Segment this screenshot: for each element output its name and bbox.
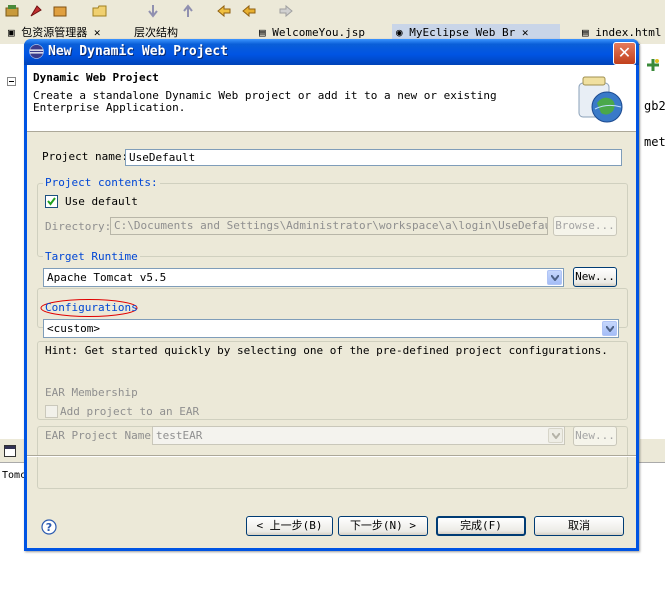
editor-text-fragment: met (644, 135, 665, 149)
page-description: Create a standalone Dynamic Web project … (33, 89, 497, 114)
target-runtime-title: Target Runtime (43, 250, 140, 263)
svg-text:?: ? (46, 521, 52, 534)
dialog-titlebar[interactable]: New Dynamic Web Project ✕ (24, 39, 639, 65)
next-annotation-icon[interactable] (145, 3, 161, 19)
collapse-icon[interactable] (7, 77, 16, 86)
wizard-header: Dynamic Web Project Create a standalone … (27, 65, 636, 132)
ear-project-name-label: EAR Project Name: (45, 429, 158, 442)
back-arrow-icon[interactable] (241, 3, 257, 19)
use-default-checkbox[interactable] (45, 195, 58, 208)
directory-label: Directory: (45, 220, 112, 233)
finish-button[interactable]: 完成(F) (436, 516, 526, 536)
run-icon[interactable] (28, 3, 44, 19)
configurations-select[interactable]: <custom> (43, 319, 619, 338)
close-button[interactable]: ✕ (613, 42, 636, 65)
editor-text-fragment: gb2 (644, 99, 665, 113)
close-icon: ✕ (617, 43, 632, 62)
ear-project-name-select[interactable]: testEAR (152, 426, 565, 445)
back-button[interactable]: < 上一步(B) (246, 516, 333, 536)
help-icon[interactable]: ? (41, 519, 57, 535)
forward-arrow-icon[interactable] (278, 3, 294, 19)
ide-left-pane (0, 44, 25, 439)
servers-view-label: Tomc (2, 470, 27, 481)
ide-toolbar (0, 0, 665, 23)
last-edit-icon[interactable] (216, 3, 232, 19)
separator (27, 455, 636, 457)
project-name-label: Project name: (42, 150, 129, 163)
eclipse-icon (29, 44, 44, 59)
configurations-hint: Hint: Get started quickly by selecting o… (45, 344, 608, 357)
project-name-input[interactable]: UseDefault (125, 149, 622, 166)
server-icon[interactable] (52, 3, 68, 19)
add-to-ear-label: Add project to an EAR (60, 405, 200, 418)
project-contents-title: Project contents: (43, 176, 160, 189)
checkmark-icon (47, 197, 56, 206)
ear-membership-title: EAR Membership (43, 386, 140, 399)
folder-icon[interactable] (92, 3, 108, 19)
directory-input[interactable]: C:\Documents and Settings\Administrator\… (110, 217, 548, 235)
prev-annotation-icon[interactable] (180, 3, 196, 19)
use-default-label: Use default (65, 195, 138, 208)
dialog-client-area: Dynamic Web Project Create a standalone … (27, 65, 636, 548)
chevron-down-icon[interactable] (548, 428, 563, 443)
new-ear-button[interactable]: New... (573, 426, 617, 446)
chevron-down-icon[interactable] (547, 270, 562, 285)
browse-button[interactable]: Browse... (553, 216, 617, 236)
package-icon[interactable] (4, 3, 20, 19)
add-to-ear-checkbox[interactable] (45, 405, 58, 418)
dialog-title: New Dynamic Web Project (48, 44, 229, 59)
add-icon[interactable] (646, 58, 660, 72)
next-button[interactable]: 下一步(N) > (338, 516, 428, 536)
configurations-title: Configurations (45, 301, 138, 314)
console-icon[interactable] (4, 445, 16, 457)
new-project-dialog: New Dynamic Web Project ✕ Dynamic Web Pr… (24, 39, 639, 551)
ide-right-pane: gb2 met (640, 44, 665, 439)
chevron-down-icon[interactable] (602, 321, 617, 336)
new-runtime-button[interactable]: New... (573, 267, 617, 287)
page-title: Dynamic Web Project (33, 71, 159, 84)
cancel-button[interactable]: 取消 (534, 516, 624, 536)
target-runtime-select[interactable]: Apache Tomcat v5.5 (43, 268, 564, 287)
web-project-wizard-icon (578, 76, 623, 123)
